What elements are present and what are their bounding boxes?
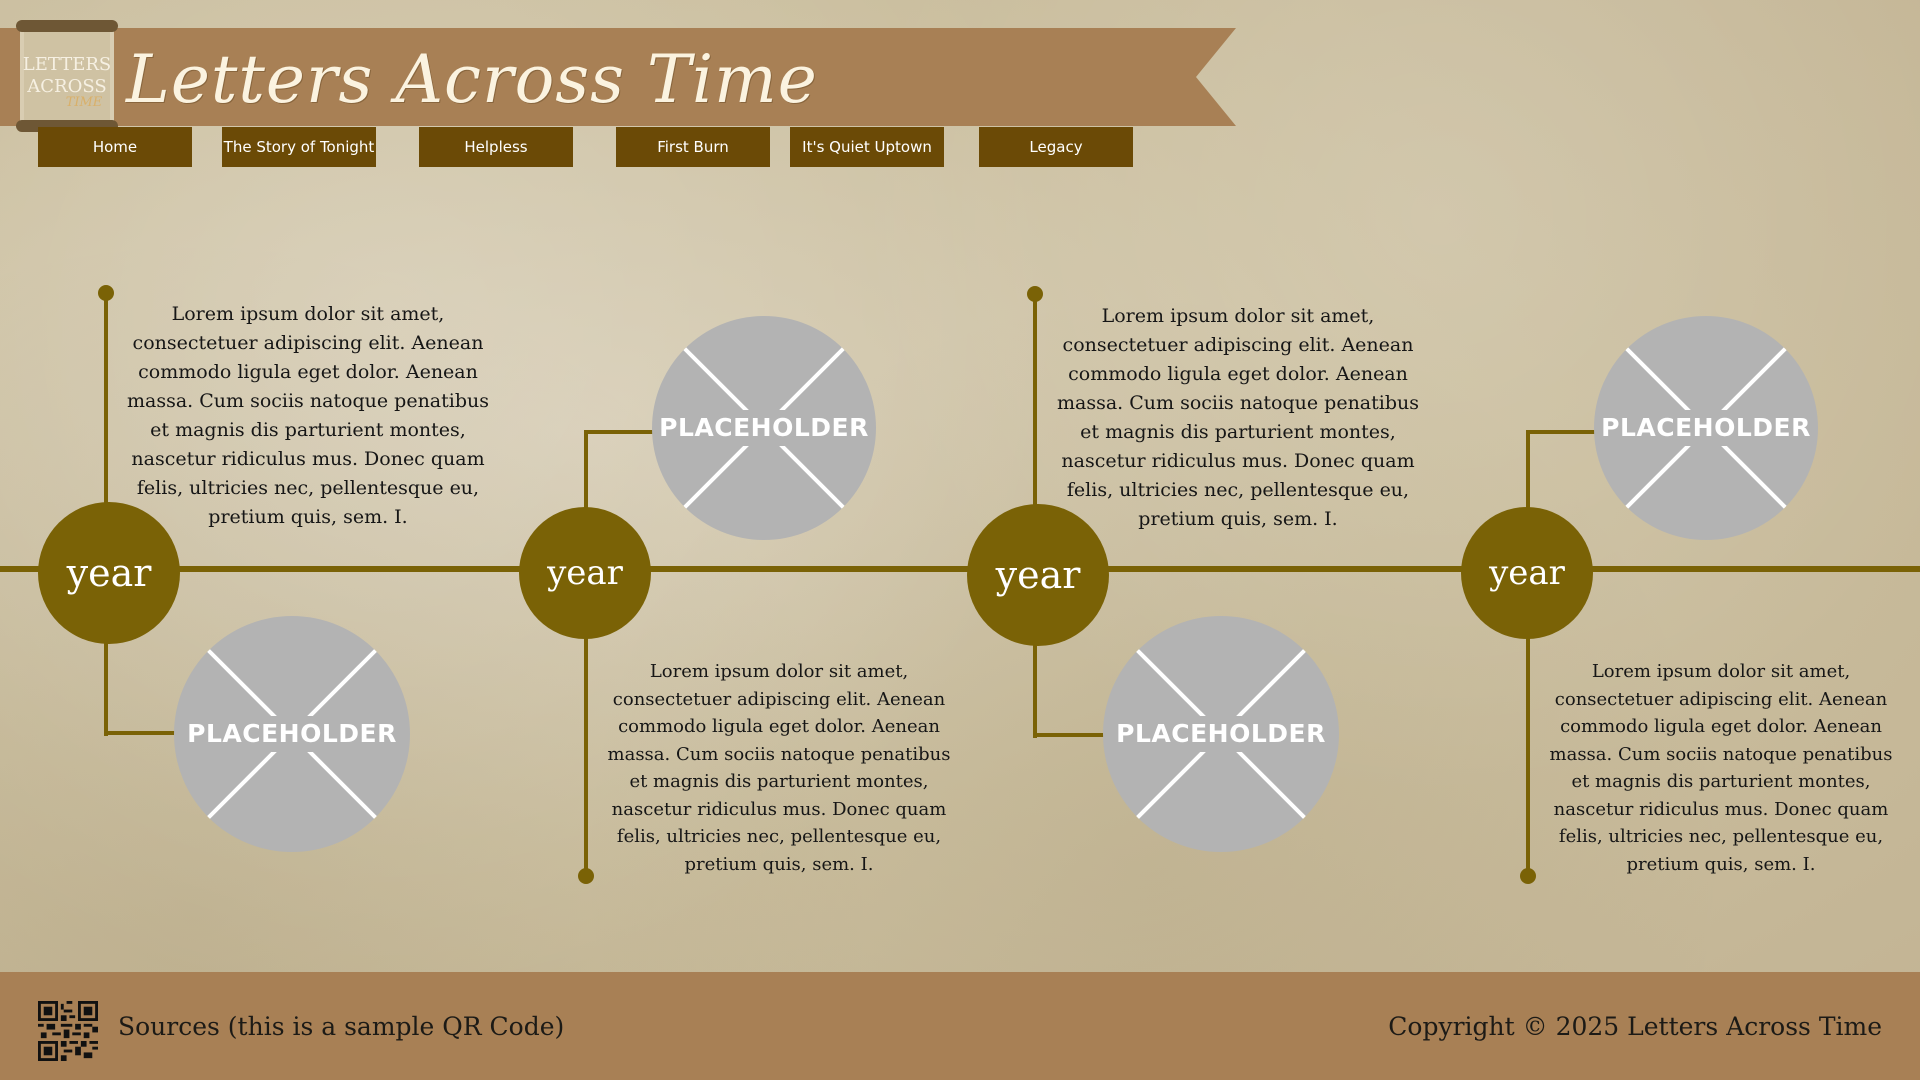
nav-first-burn[interactable]: First Burn — [616, 127, 770, 167]
nav-helpless[interactable]: Helpless — [419, 127, 573, 167]
year-circle-2: year — [519, 507, 651, 639]
timeline-stem — [1526, 636, 1530, 876]
timeline-stem — [584, 430, 588, 510]
timeline-line — [0, 566, 1920, 572]
year-circle-1: year — [38, 502, 180, 644]
year-circle-3: year — [967, 504, 1109, 646]
placeholder-label: PLACEHOLDER — [1112, 716, 1330, 752]
logo-text-line-2: ACROSS — [26, 76, 106, 97]
logo-text-line-1: LETTERS — [23, 54, 111, 75]
timeline-dot — [1520, 868, 1536, 884]
timeline-stem — [104, 640, 108, 736]
nav-legacy[interactable]: Legacy — [979, 127, 1133, 167]
nav-the-story-of-tonight[interactable]: The Story of Tonight — [222, 127, 376, 167]
logo-text-line-3: TIME — [66, 95, 103, 110]
timeline-stem — [1526, 430, 1530, 510]
timeline-dot — [578, 868, 594, 884]
image-placeholder-3: PLACEHOLDER — [1103, 616, 1339, 852]
timeline-stem — [1033, 642, 1037, 738]
timeline-stem — [584, 636, 588, 876]
timeline-connector — [1033, 733, 1107, 737]
timeline-entry-text-4: Lorem ipsum dolor sit amet, consectetuer… — [1549, 661, 1893, 875]
placeholder-label: PLACEHOLDER — [1597, 410, 1815, 446]
timeline-stem — [1033, 294, 1037, 506]
timeline-entry-text-3: Lorem ipsum dolor sit amet, consectetuer… — [1056, 305, 1419, 530]
copyright-text: Copyright © 2025 Letters Across Time — [1388, 1012, 1882, 1041]
timeline-stem — [104, 293, 108, 505]
timeline-entry-text-1: Lorem ipsum dolor sit amet, consectetuer… — [126, 303, 489, 528]
timeline-connector — [584, 430, 654, 434]
nav-its-quiet-uptown[interactable]: It's Quiet Uptown — [790, 127, 944, 167]
timeline-connector — [104, 731, 178, 735]
timeline-connector — [1526, 430, 1596, 434]
timeline-entry-text-2: Lorem ipsum dolor sit amet, consectetuer… — [607, 661, 951, 875]
sources-label[interactable]: Sources (this is a sample QR Code) — [118, 1012, 564, 1041]
image-placeholder-4: PLACEHOLDER — [1594, 316, 1818, 540]
year-circle-4: year — [1461, 507, 1593, 639]
site-title: Letters Across Time — [126, 41, 818, 118]
placeholder-label: PLACEHOLDER — [655, 410, 873, 446]
placeholder-label: PLACEHOLDER — [183, 716, 401, 752]
image-placeholder-1: PLACEHOLDER — [174, 616, 410, 852]
qr-code-icon[interactable] — [38, 1001, 98, 1061]
image-placeholder-2: PLACEHOLDER — [652, 316, 876, 540]
scroll-logo-icon[interactable]: LETTERS ACROSS TIME — [14, 20, 120, 132]
nav-home[interactable]: Home — [38, 127, 192, 167]
